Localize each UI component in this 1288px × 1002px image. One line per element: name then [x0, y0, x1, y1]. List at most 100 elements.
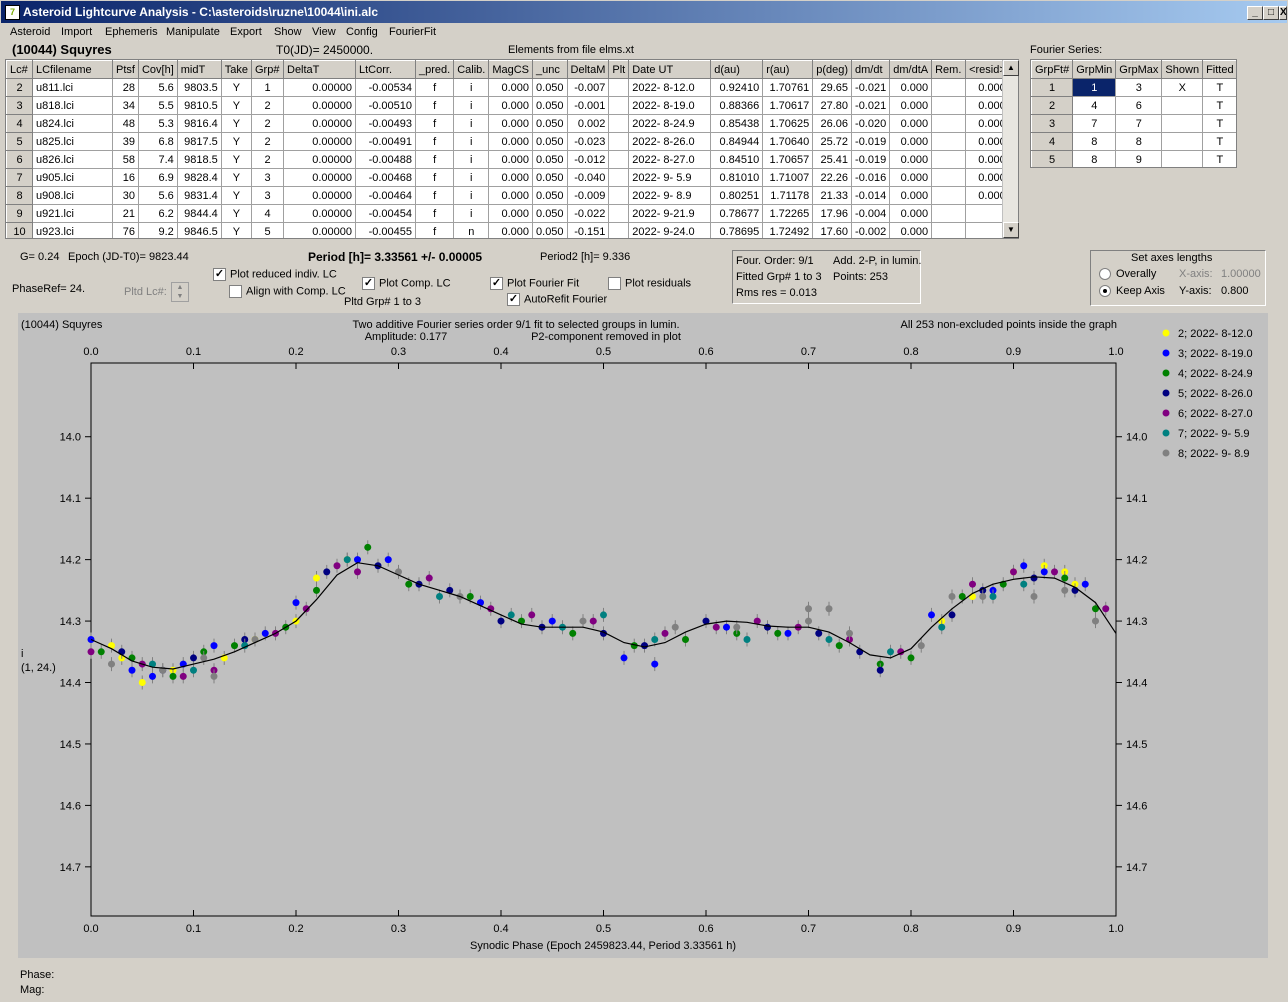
- fourier-cell[interactable]: T: [1202, 114, 1236, 133]
- table-cell[interactable]: [931, 150, 967, 169]
- fourier-col-header[interactable]: Shown: [1161, 60, 1204, 79]
- table-cell[interactable]: 0.000: [889, 114, 933, 133]
- table-cell[interactable]: 0.84510: [710, 150, 764, 169]
- table-cell[interactable]: 0.002: [566, 114, 610, 133]
- lc-col-header[interactable]: Cov[h]: [137, 60, 178, 79]
- table-cell[interactable]: -0.002: [851, 222, 891, 238]
- table-cell[interactable]: 29.65: [812, 78, 853, 97]
- table-cell[interactable]: f: [414, 186, 455, 205]
- table-cell[interactable]: 2: [251, 96, 284, 115]
- table-cell[interactable]: 0.000: [889, 150, 933, 169]
- lc-col-header[interactable]: Date UT: [628, 60, 712, 79]
- yaxis-value[interactable]: 0.800: [1221, 285, 1249, 297]
- table-cell[interactable]: -0.016: [851, 168, 891, 187]
- table-cell[interactable]: u818.lci: [32, 96, 113, 115]
- table-cell[interactable]: f: [414, 222, 455, 238]
- fourier-cell[interactable]: T: [1202, 132, 1236, 151]
- table-cell[interactable]: i: [453, 150, 490, 169]
- table-cell[interactable]: 2022- 8-26.0: [628, 132, 712, 151]
- lc-col-header[interactable]: Plt: [608, 60, 630, 79]
- fourier-cell[interactable]: X: [1161, 78, 1204, 97]
- menu-ephemeris[interactable]: Ephemeris: [105, 26, 158, 38]
- table-cell[interactable]: 2022- 8-24.9: [628, 114, 712, 133]
- fourier-row[interactable]: 246 T: [1031, 96, 1236, 115]
- table-cell[interactable]: 0.000: [488, 96, 534, 115]
- table-cell[interactable]: u923.lci: [32, 222, 113, 238]
- menu-fourierfit[interactable]: FourierFit: [389, 26, 436, 38]
- fourier-cell[interactable]: T: [1202, 96, 1236, 115]
- table-cell[interactable]: f: [414, 132, 455, 151]
- table-cell[interactable]: 6.2: [137, 204, 178, 223]
- fourier-row[interactable]: 377T: [1031, 114, 1236, 133]
- fourier-row[interactable]: 113XT: [1031, 78, 1236, 97]
- table-cell[interactable]: i: [453, 204, 490, 223]
- table-cell[interactable]: i: [453, 168, 490, 187]
- table-cell[interactable]: f: [414, 204, 455, 223]
- table-row[interactable]: 5 u825.lci 39 6.8 9817.5 Y 2 0.00000 -0.00491 f i 0…: [6, 132, 1018, 151]
- lc-col-header[interactable]: Ptsf: [112, 60, 139, 79]
- table-cell[interactable]: f: [414, 150, 455, 169]
- table-cell[interactable]: u811.lci: [32, 78, 113, 97]
- table-cell[interactable]: Y: [220, 114, 253, 133]
- fourier-cell[interactable]: [1161, 114, 1204, 133]
- table-cell[interactable]: f: [414, 78, 455, 97]
- table-cell[interactable]: -0.00468: [355, 168, 416, 187]
- lc-col-header[interactable]: Calib.: [453, 60, 490, 79]
- fourier-col-header[interactable]: GrpMin: [1072, 60, 1117, 79]
- minimize-button[interactable]: _: [1247, 6, 1263, 20]
- table-cell[interactable]: 30: [112, 186, 139, 205]
- table-cell[interactable]: 39: [112, 132, 139, 151]
- table-cell[interactable]: 0.000: [488, 222, 534, 238]
- table-row[interactable]: 3 u818.lci 34 5.5 9810.5 Y 2 0.00000 -0.00510 f i 0…: [6, 96, 1018, 115]
- table-cell[interactable]: 3: [251, 186, 284, 205]
- fourier-col-header[interactable]: Fitted: [1202, 60, 1236, 79]
- table-cell[interactable]: 0.050: [532, 96, 568, 115]
- table-cell[interactable]: 0.80251: [710, 186, 764, 205]
- table-cell[interactable]: -0.00488: [355, 150, 416, 169]
- fourier-cell[interactable]: 8: [1072, 150, 1117, 167]
- table-cell[interactable]: 2: [251, 132, 284, 151]
- table-cell[interactable]: 0.81010: [710, 168, 764, 187]
- table-cell[interactable]: 48: [112, 114, 139, 133]
- lc-col-header[interactable]: DeltaM: [566, 60, 610, 79]
- align-comp-checkbox[interactable]: Align with Comp. LC: [229, 285, 346, 298]
- lc-col-header[interactable]: MagCS: [488, 60, 534, 79]
- menu-config[interactable]: Config: [346, 26, 378, 38]
- table-row[interactable]: 10 u923.lci 76 9.2 9846.5 Y 5 0.00000 -0.00455 f n…: [6, 222, 1018, 238]
- table-cell[interactable]: 25.72: [812, 132, 853, 151]
- fourier-cell[interactable]: 7: [1072, 114, 1117, 133]
- table-cell[interactable]: 2022- 9-24.0: [628, 222, 712, 238]
- table-cell[interactable]: 8: [6, 186, 33, 205]
- table-cell[interactable]: -0.00455: [355, 222, 416, 238]
- table-cell[interactable]: 0.050: [532, 222, 568, 238]
- table-cell[interactable]: 1: [251, 78, 284, 97]
- menu-view[interactable]: View: [312, 26, 336, 38]
- table-row[interactable]: 2 u811.lci 28 5.6 9803.5 Y 1 0.00000 -0.00534 f i 0…: [6, 78, 1018, 97]
- table-cell[interactable]: -0.00510: [355, 96, 416, 115]
- table-cell[interactable]: 0.000: [889, 222, 933, 238]
- table-cell[interactable]: 0.84944: [710, 132, 764, 151]
- menu-show[interactable]: Show: [274, 26, 302, 38]
- menu-manipulate[interactable]: Manipulate: [166, 26, 220, 38]
- table-cell[interactable]: 0.00000: [283, 114, 356, 133]
- table-cell[interactable]: 0.000: [488, 150, 534, 169]
- table-cell[interactable]: 34: [112, 96, 139, 115]
- fourier-cell[interactable]: 1: [1031, 78, 1074, 97]
- table-cell[interactable]: [931, 96, 967, 115]
- menu-export[interactable]: Export: [230, 26, 262, 38]
- close-button[interactable]: X: [1279, 6, 1287, 20]
- table-cell[interactable]: 16: [112, 168, 139, 187]
- lc-col-header[interactable]: Grp#: [251, 60, 284, 79]
- table-cell[interactable]: -0.009: [566, 186, 610, 205]
- fourier-cell[interactable]: [1161, 96, 1204, 115]
- table-cell[interactable]: 10: [6, 222, 33, 238]
- table-cell[interactable]: 9810.5: [176, 96, 222, 115]
- table-cell[interactable]: 1.70657: [762, 150, 814, 169]
- lc-col-header[interactable]: LCfilename: [32, 60, 113, 79]
- table-cell[interactable]: 3: [6, 96, 33, 115]
- fourier-cell[interactable]: [1161, 150, 1204, 167]
- table-cell[interactable]: f: [414, 168, 455, 187]
- table-cell[interactable]: 9818.5: [176, 150, 222, 169]
- table-cell[interactable]: 0.00000: [283, 78, 356, 97]
- table-cell[interactable]: -0.007: [566, 78, 610, 97]
